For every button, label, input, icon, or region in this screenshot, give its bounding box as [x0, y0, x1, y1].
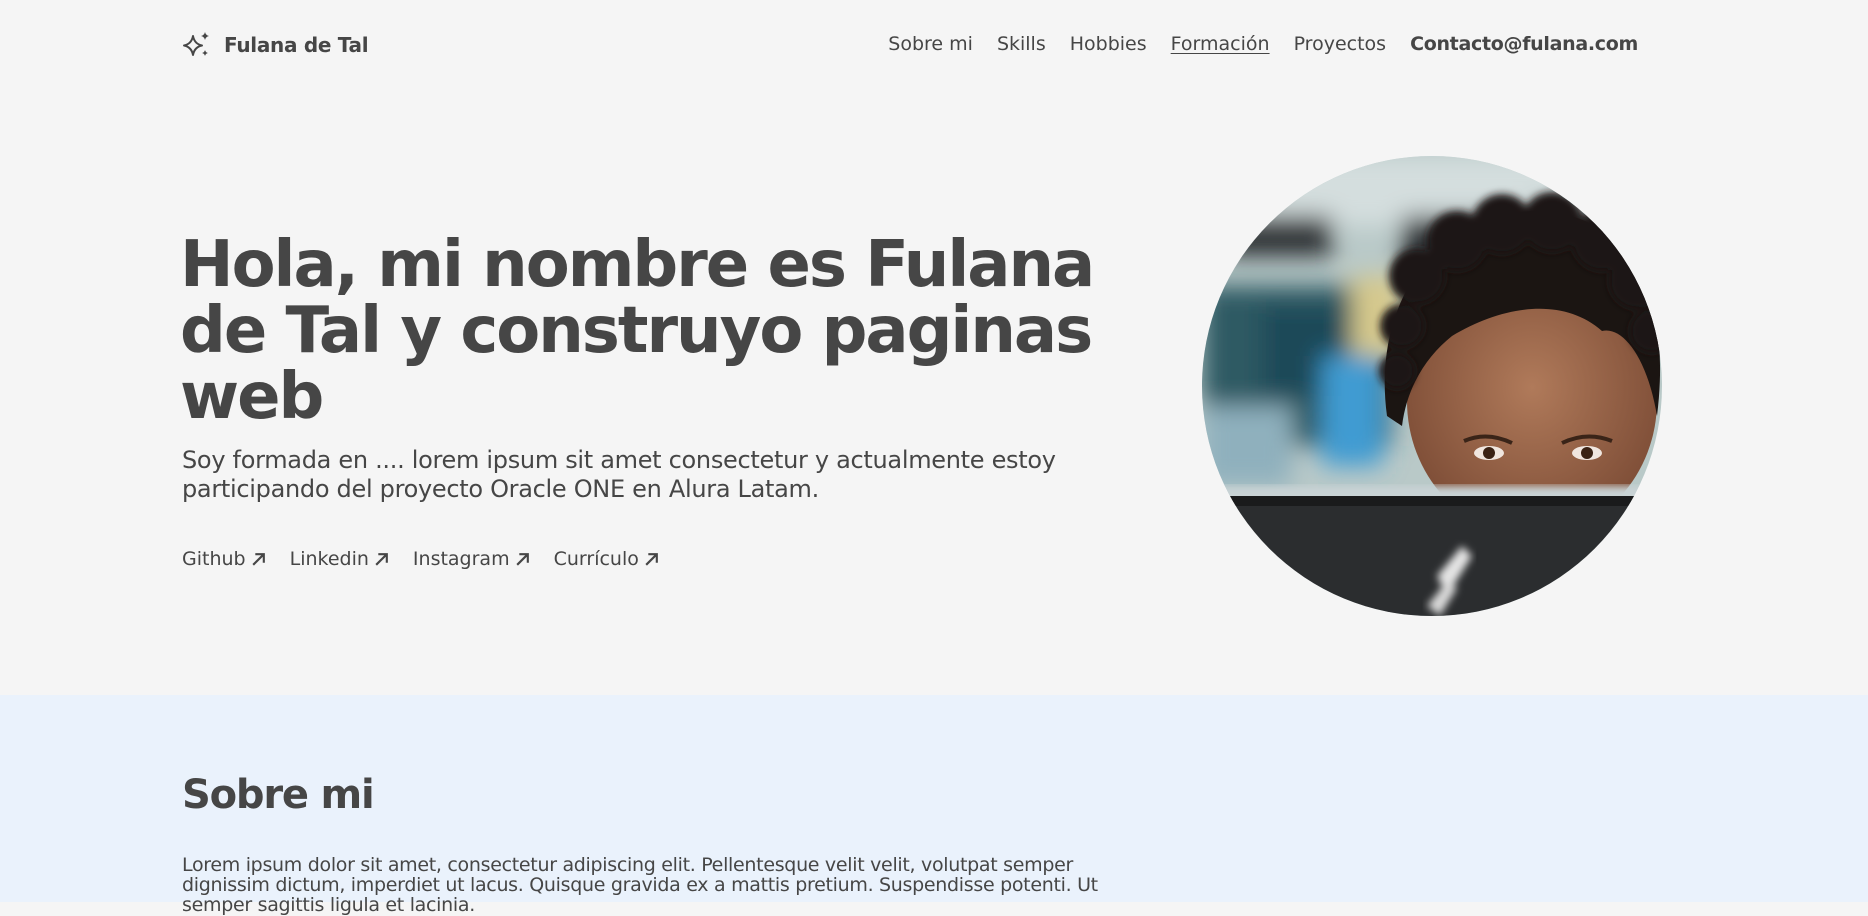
main-nav: Sobre mi Skills Hobbies Formación Proyec…: [888, 33, 1638, 55]
nav-link-contacto[interactable]: Contacto@fulana.com: [1410, 33, 1638, 55]
github-link[interactable]: Github: [182, 548, 267, 570]
arrow-up-right-icon: [252, 552, 265, 566]
sparkles-icon: [183, 32, 209, 56]
nav-link-skills[interactable]: Skills: [997, 33, 1046, 55]
linkedin-link-label: Linkedin: [289, 548, 369, 570]
hero-title: Hola, mi nombre es Fulana de Tal y const…: [180, 228, 1095, 434]
about-text: Lorem ipsum dolor sit amet, consectetur …: [182, 854, 1098, 916]
about-section: Sobre mi Lorem ipsum dolor sit amet, con…: [0, 695, 1868, 915]
instagram-link-label: Instagram: [412, 548, 510, 570]
curriculo-link-label: Currículo: [553, 548, 639, 570]
nav-link-proyectos[interactable]: Proyectos: [1294, 33, 1387, 55]
site-header: Fulana de Tal Sobre mi Skills Hobbies Fo…: [0, 0, 1868, 92]
arrow-up-right-icon: [375, 552, 388, 566]
about-title: Sobre mi: [182, 772, 375, 818]
github-link-label: Github: [182, 548, 246, 570]
nav-link-hobbies[interactable]: Hobbies: [1070, 33, 1147, 55]
nav-link-formacion[interactable]: Formación: [1171, 33, 1270, 55]
arrow-up-right-icon: [645, 552, 658, 566]
instagram-link[interactable]: Instagram: [413, 548, 531, 570]
logo[interactable]: Fulana de Tal: [182, 30, 369, 60]
social-links: Github Linkedin Instagram Currículo: [182, 548, 660, 570]
curriculo-link[interactable]: Currículo: [554, 548, 660, 570]
logo-text: Fulana de Tal: [224, 33, 369, 57]
linkedin-link[interactable]: Linkedin: [290, 548, 390, 570]
hero-description: Soy formada en .... lorem ipsum sit amet…: [182, 446, 1056, 503]
nav-link-sobre-mi[interactable]: Sobre mi: [888, 33, 973, 55]
profile-photo: [1202, 156, 1662, 616]
arrow-up-right-icon: [516, 552, 529, 566]
